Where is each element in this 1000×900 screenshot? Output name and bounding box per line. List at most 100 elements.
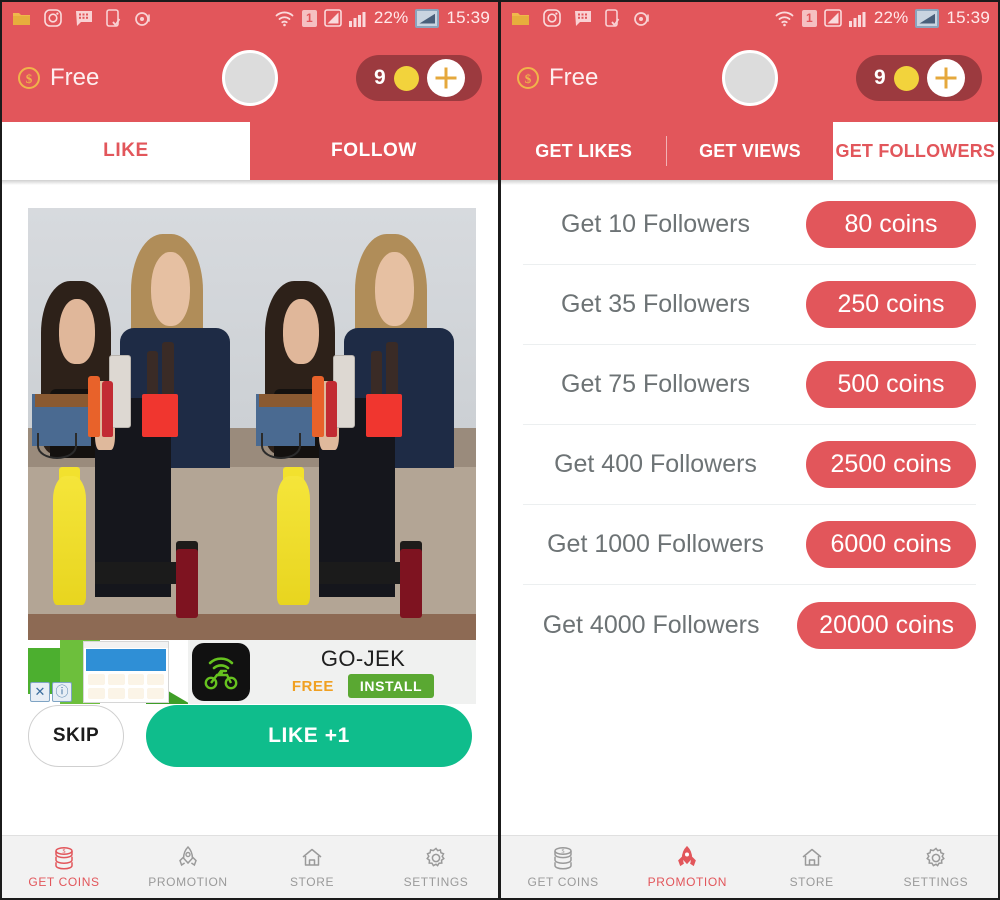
- rocket-icon: [678, 845, 697, 867]
- ad-artwork: ✕ ⓘ: [28, 640, 188, 704]
- offer-label: Get 1000 Followers: [547, 530, 764, 559]
- info-icon[interactable]: ⓘ: [52, 682, 72, 702]
- nav-item-promotion[interactable]: PROMOTION: [126, 845, 250, 889]
- battery-percent-label: 22%: [873, 8, 909, 27]
- task-photo[interactable]: [28, 208, 476, 640]
- coin-balance-pill[interactable]: 9: [356, 55, 482, 101]
- nav-item-store[interactable]: STORE: [750, 845, 874, 889]
- device-icon: [605, 8, 620, 27]
- list-item[interactable]: Get 75 Followers 500 coins: [523, 345, 976, 425]
- nav-label-get-coins: GET COINS: [28, 875, 100, 889]
- svg-text:$: $: [562, 848, 565, 855]
- like-button[interactable]: LIKE +1: [146, 705, 472, 767]
- offer-label: Get 75 Followers: [561, 370, 750, 399]
- coin-icon: [393, 65, 419, 91]
- offer-price-button[interactable]: 6000 coins: [806, 521, 976, 568]
- status-bar-left-icons: [12, 8, 152, 28]
- clock-label: 15:39: [446, 8, 490, 27]
- bottom-nav-right: $ GET COINS PROMOTION STORE SETTINGS: [501, 835, 998, 898]
- offer-label: Get 4000 Followers: [542, 610, 760, 639]
- tab-follow[interactable]: FOLLOW: [250, 122, 498, 180]
- ad-title: GO-JEK: [320, 646, 406, 671]
- plan-badge[interactable]: $ Free: [18, 64, 99, 92]
- plan-label: Free: [549, 64, 599, 91]
- coin-count-label: 9: [374, 66, 386, 89]
- offer-price-button[interactable]: 80 coins: [806, 201, 976, 248]
- ad-install-button[interactable]: INSTALL: [347, 674, 435, 698]
- nav-label-promotion: PROMOTION: [148, 875, 228, 889]
- coin-balance-pill[interactable]: 9: [856, 55, 982, 101]
- offer-price-button[interactable]: 20000 coins: [797, 601, 976, 649]
- offer-price-button[interactable]: 2500 coins: [806, 441, 976, 488]
- battery-percent-label: 22%: [373, 8, 409, 27]
- offer-price-button[interactable]: 500 coins: [806, 361, 976, 408]
- nav-item-promotion[interactable]: PROMOTION: [625, 845, 749, 889]
- svg-text:$: $: [63, 848, 66, 855]
- followers-offer-list: Get 10 Followers 80 coins Get 35 Followe…: [501, 185, 998, 812]
- battery-icon: [415, 8, 440, 28]
- folder-icon: [512, 12, 529, 25]
- signal-icon: [324, 9, 342, 27]
- nav-item-settings[interactable]: SETTINGS: [874, 845, 998, 889]
- instagram-icon: [44, 9, 62, 27]
- add-coins-button[interactable]: [926, 59, 965, 97]
- nav-item-get-coins[interactable]: $ GET COINS: [501, 845, 625, 889]
- instagram-icon: [543, 9, 561, 27]
- tab-bar-left: LIKE FOLLOW: [2, 122, 498, 180]
- list-item[interactable]: Get 400 Followers 2500 coins: [523, 425, 976, 505]
- left-phone-screen: 1 22% 15:39 $ Free 9 LIKE FOLLOW ✕ ⓘ GO-…: [0, 0, 500, 900]
- tab-bar-right: GET LIKES GET VIEWS GET FOLLOWERS: [501, 122, 998, 180]
- bottom-nav-left: $ GET COINS PROMOTION STORE SETTINGS: [2, 835, 498, 898]
- nav-label-settings: SETTINGS: [903, 875, 969, 889]
- signal-bars-icon: [848, 11, 866, 27]
- list-item[interactable]: Get 4000 Followers 20000 coins: [523, 585, 976, 665]
- tab-get-followers[interactable]: GET FOLLOWERS: [832, 122, 998, 180]
- list-item[interactable]: Get 35 Followers 250 coins: [523, 265, 976, 345]
- avatar[interactable]: [222, 50, 278, 106]
- gear-icon: [926, 847, 945, 867]
- alarm-icon: [634, 11, 649, 26]
- rocket-icon: [179, 845, 197, 867]
- plan-badge[interactable]: $ Free: [517, 64, 598, 92]
- tab-like[interactable]: LIKE: [2, 122, 250, 180]
- dual-screenshot-container: 1 22% 15:39 $ Free 9 LIKE FOLLOW ✕ ⓘ GO-…: [0, 0, 1000, 900]
- app-bar-right: $ Free 9: [501, 34, 998, 122]
- sim-badge: 1: [301, 9, 317, 27]
- ad-banner[interactable]: ✕ ⓘ GO-JEK FREE INSTALL: [28, 640, 476, 704]
- task-action-row: SKIP LIKE +1: [2, 705, 498, 767]
- offer-price-button[interactable]: 250 coins: [806, 281, 976, 328]
- tab-get-views[interactable]: GET VIEWS: [667, 122, 832, 180]
- coin-icon: [893, 65, 919, 91]
- add-coins-button[interactable]: [426, 59, 465, 97]
- gear-icon: [426, 847, 445, 867]
- list-item[interactable]: Get 10 Followers 80 coins: [523, 185, 976, 265]
- task-photo-half-left: [28, 208, 252, 640]
- device-icon: [106, 8, 121, 27]
- folder-icon: [13, 12, 30, 25]
- signal-icon: [824, 9, 842, 27]
- coins-stack-icon: $: [554, 847, 572, 870]
- tab-get-likes[interactable]: GET LIKES: [501, 122, 666, 180]
- task-photo-half-right: [252, 208, 476, 640]
- gojek-motorbike-icon: [192, 643, 250, 701]
- avatar[interactable]: [721, 50, 778, 106]
- plan-label: Free: [50, 64, 100, 91]
- status-bar-right: 1 22% 15:39: [501, 2, 998, 34]
- battery-icon: [915, 8, 940, 28]
- nav-label-store: STORE: [289, 875, 335, 889]
- ad-text-block: GO-JEK FREE INSTALL: [250, 646, 476, 698]
- list-item[interactable]: Get 1000 Followers 6000 coins: [523, 505, 976, 585]
- nav-label-settings: SETTINGS: [403, 875, 469, 889]
- wifi-icon: [275, 11, 294, 27]
- alarm-icon: [135, 11, 150, 26]
- skip-button[interactable]: SKIP: [28, 705, 124, 767]
- dollar-coin-icon: $: [18, 67, 40, 89]
- nav-item-settings[interactable]: SETTINGS: [374, 845, 498, 889]
- coins-stack-icon: $: [55, 847, 73, 870]
- offer-label: Get 35 Followers: [561, 290, 750, 319]
- close-icon[interactable]: ✕: [30, 682, 50, 702]
- status-bar-right-right-icons: 1 22% 15:39: [774, 8, 990, 28]
- like-task-content: ✕ ⓘ GO-JEK FREE INSTALL SKIP LIKE +1: [2, 185, 498, 812]
- nav-item-store[interactable]: STORE: [250, 845, 374, 889]
- nav-item-get-coins[interactable]: $ GET COINS: [2, 845, 126, 889]
